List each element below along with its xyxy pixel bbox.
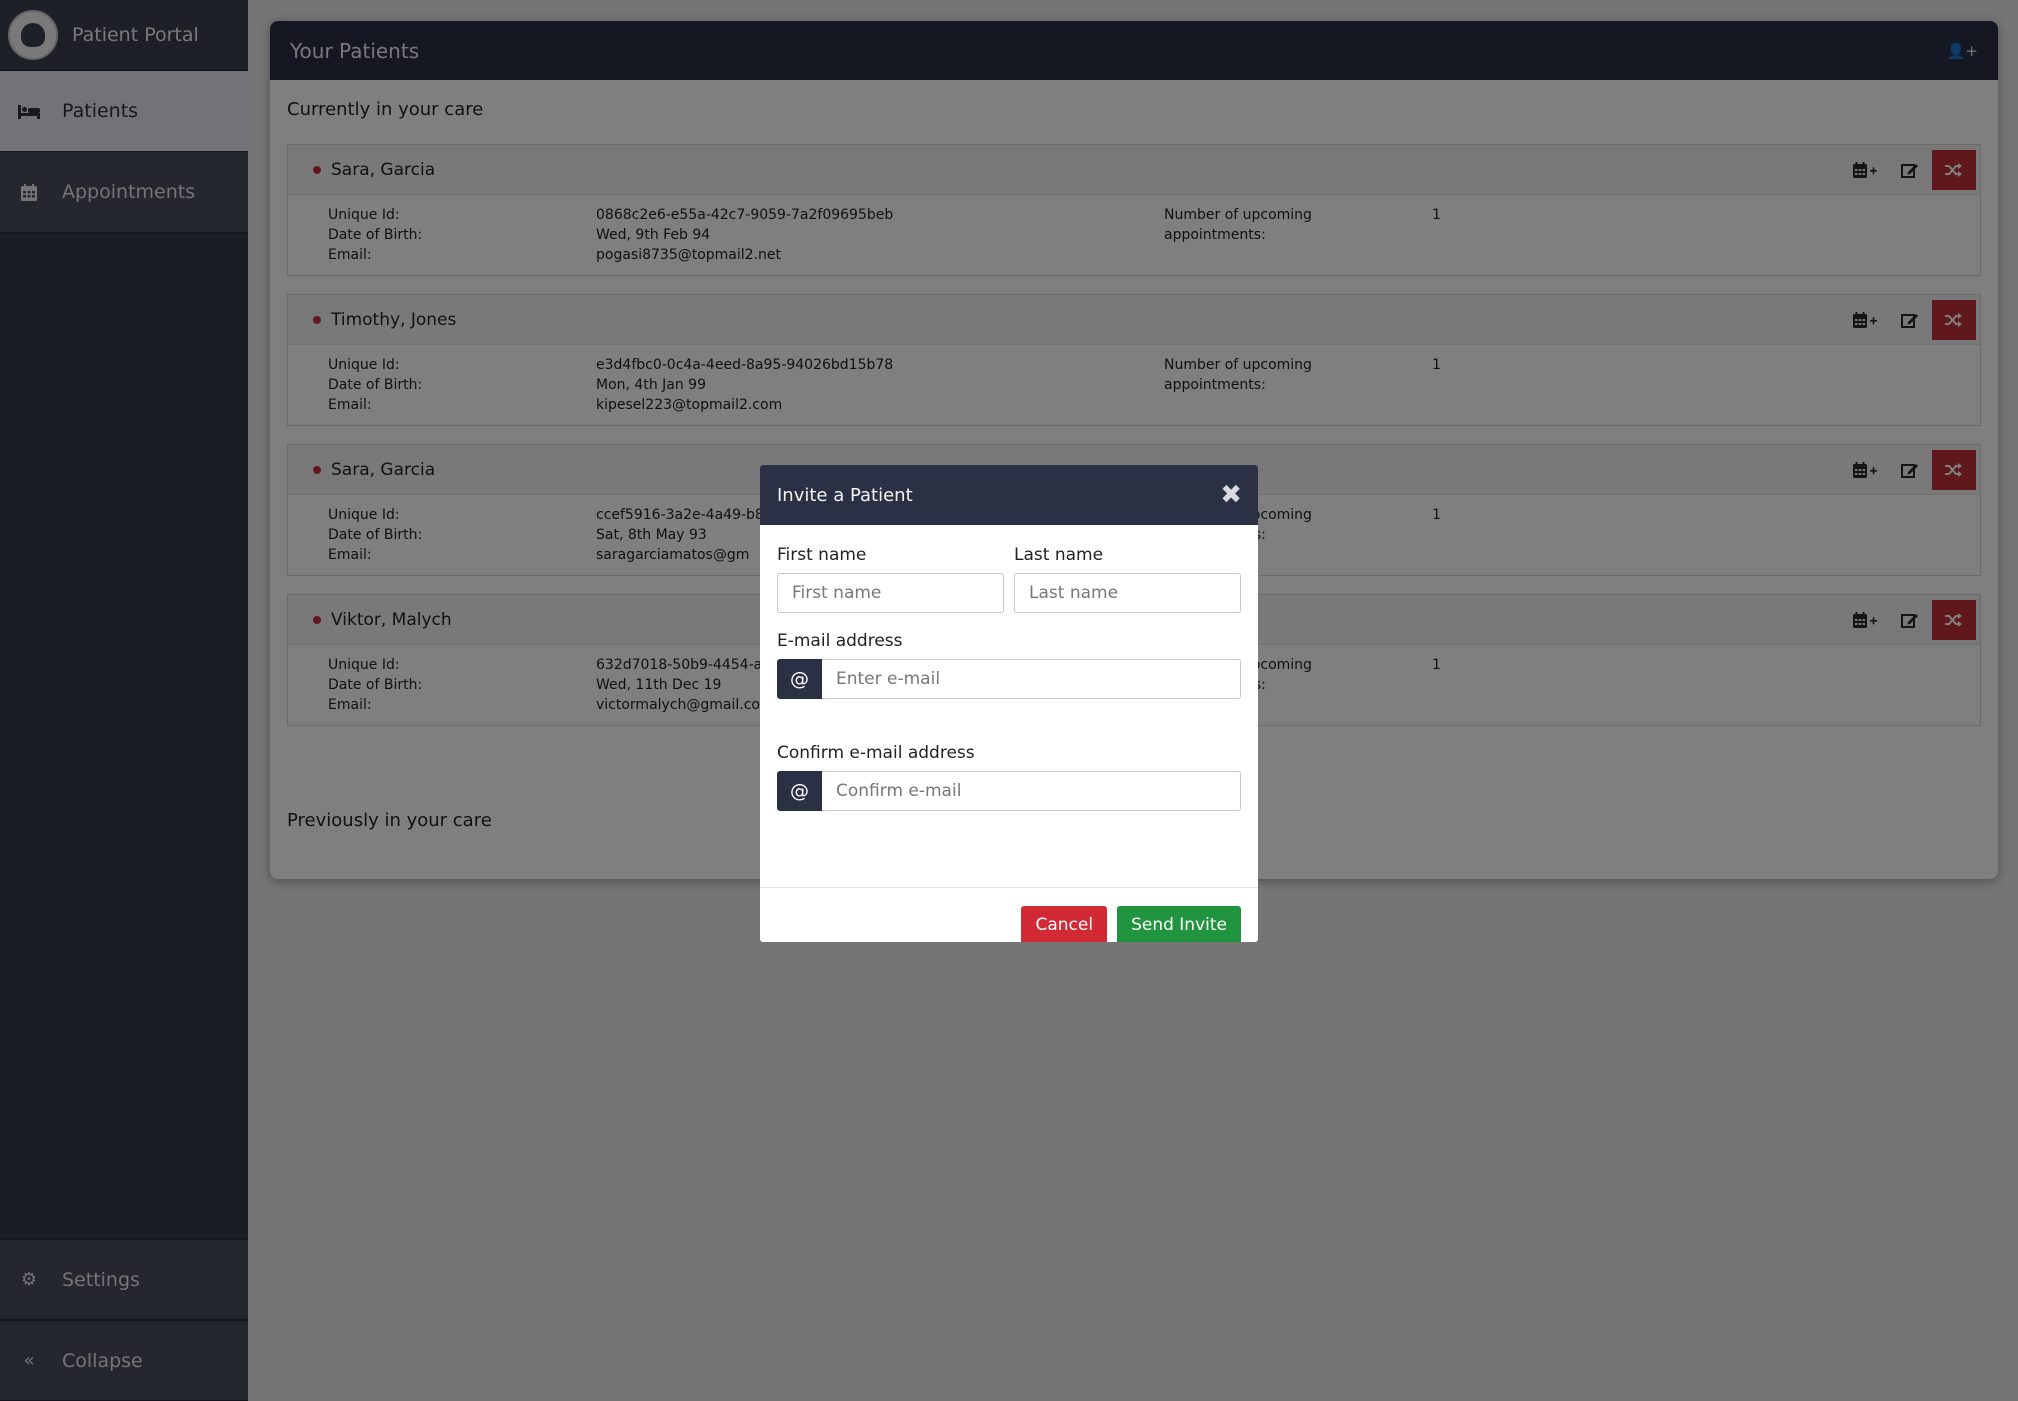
last-name-input[interactable]	[1014, 573, 1241, 613]
modal-title: Invite a Patient	[777, 484, 913, 506]
first-name-input[interactable]	[777, 573, 1004, 613]
modal-footer: Cancel Send Invite	[760, 888, 1258, 942]
cancel-button[interactable]: Cancel	[1021, 905, 1108, 942]
close-icon[interactable]: ✖	[1220, 482, 1242, 508]
confirm-email-label: Confirm e-mail address	[777, 743, 975, 763]
invite-patient-modal: Invite a Patient ✖ First name Last name …	[760, 465, 1258, 942]
modal-header: Invite a Patient ✖	[760, 465, 1258, 525]
last-name-label: Last name	[1014, 545, 1104, 565]
confirm-email-input[interactable]	[822, 771, 1241, 811]
email-label: E-mail address	[777, 631, 903, 651]
send-invite-button[interactable]: Send Invite	[1117, 905, 1241, 942]
modal-body: First name Last name E-mail address @ Co…	[760, 545, 1258, 888]
email-input[interactable]	[822, 659, 1241, 699]
at-icon: @	[777, 771, 822, 811]
first-name-label: First name	[777, 545, 867, 565]
at-icon: @	[777, 659, 822, 699]
